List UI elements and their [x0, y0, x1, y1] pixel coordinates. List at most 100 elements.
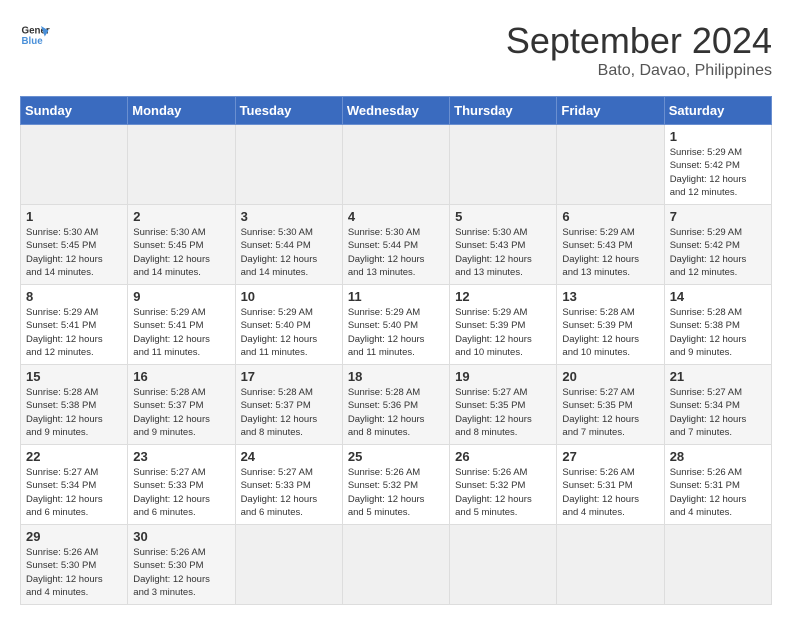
day-info: Sunrise: 5:29 AM Sunset: 5:39 PM Dayligh…	[455, 306, 551, 359]
calendar-cell: 30 Sunrise: 5:26 AM Sunset: 5:30 PM Dayli…	[128, 525, 235, 605]
day-info: Sunrise: 5:27 AM Sunset: 5:35 PM Dayligh…	[562, 386, 658, 439]
header-saturday: Saturday	[664, 97, 771, 125]
calendar-cell: 1 Sunrise: 5:30 AM Sunset: 5:45 PM Daylig…	[21, 205, 128, 285]
day-number: 16	[133, 369, 229, 384]
day-info: Sunrise: 5:28 AM Sunset: 5:38 PM Dayligh…	[670, 306, 766, 359]
month-title: September 2024	[506, 20, 772, 62]
day-number: 18	[348, 369, 444, 384]
calendar-cell: 19 Sunrise: 5:27 AM Sunset: 5:35 PM Dayli…	[450, 365, 557, 445]
header-tuesday: Tuesday	[235, 97, 342, 125]
day-info: Sunrise: 5:26 AM Sunset: 5:32 PM Dayligh…	[455, 466, 551, 519]
day-info: Sunrise: 5:30 AM Sunset: 5:43 PM Dayligh…	[455, 226, 551, 279]
day-number: 19	[455, 369, 551, 384]
week-row-1: 1Sunrise: 5:29 AM Sunset: 5:42 PM Daylig…	[21, 125, 772, 205]
calendar-cell: 24 Sunrise: 5:27 AM Sunset: 5:33 PM Dayli…	[235, 445, 342, 525]
calendar-cell	[557, 525, 664, 605]
calendar-cell	[342, 525, 449, 605]
day-number: 4	[348, 209, 444, 224]
day-info: Sunrise: 5:30 AM Sunset: 5:44 PM Dayligh…	[241, 226, 337, 279]
title-block: September 2024 Bato, Davao, Philippines	[506, 20, 772, 80]
calendar-cell: 26 Sunrise: 5:26 AM Sunset: 5:32 PM Dayli…	[450, 445, 557, 525]
header-row: SundayMondayTuesdayWednesdayThursdayFrid…	[21, 97, 772, 125]
logo-icon: General Blue	[20, 20, 50, 50]
calendar-cell: 10 Sunrise: 5:29 AM Sunset: 5:40 PM Dayli…	[235, 285, 342, 365]
svg-text:Blue: Blue	[22, 36, 44, 47]
day-info: Sunrise: 5:27 AM Sunset: 5:33 PM Dayligh…	[133, 466, 229, 519]
day-info: Sunrise: 5:26 AM Sunset: 5:30 PM Dayligh…	[133, 546, 229, 599]
logo: General Blue	[20, 20, 50, 50]
day-number: 30	[133, 529, 229, 544]
day-number: 24	[241, 449, 337, 464]
calendar-header: SundayMondayTuesdayWednesdayThursdayFrid…	[21, 97, 772, 125]
day-number: 5	[455, 209, 551, 224]
calendar-cell	[235, 125, 342, 205]
calendar-cell	[235, 525, 342, 605]
calendar-cell: 8Sunrise: 5:29 AM Sunset: 5:41 PM Daylig…	[21, 285, 128, 365]
day-info: Sunrise: 5:30 AM Sunset: 5:44 PM Dayligh…	[348, 226, 444, 279]
day-info: Sunrise: 5:29 AM Sunset: 5:41 PM Dayligh…	[133, 306, 229, 359]
location-subtitle: Bato, Davao, Philippines	[506, 62, 772, 80]
calendar-cell: 22 Sunrise: 5:27 AM Sunset: 5:34 PM Dayli…	[21, 445, 128, 525]
day-number: 13	[562, 289, 658, 304]
day-info: Sunrise: 5:30 AM Sunset: 5:45 PM Dayligh…	[133, 226, 229, 279]
day-info: Sunrise: 5:27 AM Sunset: 5:35 PM Dayligh…	[455, 386, 551, 439]
day-info: Sunrise: 5:27 AM Sunset: 5:34 PM Dayligh…	[26, 466, 122, 519]
calendar-cell: 11Sunrise: 5:29 AM Sunset: 5:40 PM Dayli…	[342, 285, 449, 365]
day-info: Sunrise: 5:26 AM Sunset: 5:30 PM Dayligh…	[26, 546, 122, 599]
calendar-cell: 7Sunrise: 5:29 AM Sunset: 5:42 PM Daylig…	[664, 205, 771, 285]
week-row-2: 1 Sunrise: 5:30 AM Sunset: 5:45 PM Daylig…	[21, 205, 772, 285]
calendar-cell: 28 Sunrise: 5:26 AM Sunset: 5:31 PM Dayli…	[664, 445, 771, 525]
calendar-cell: 2 Sunrise: 5:30 AM Sunset: 5:45 PM Daylig…	[128, 205, 235, 285]
page-header: General Blue September 2024 Bato, Davao,…	[20, 20, 772, 80]
day-number: 6	[562, 209, 658, 224]
day-number: 22	[26, 449, 122, 464]
day-info: Sunrise: 5:29 AM Sunset: 5:40 PM Dayligh…	[348, 306, 444, 359]
calendar-table: SundayMondayTuesdayWednesdayThursdayFrid…	[20, 96, 772, 605]
week-row-3: 8 Sunrise: 5:29 AM Sunset: 5:41 PM Daylig…	[21, 285, 772, 365]
calendar-cell: 13Sunrise: 5:28 AM Sunset: 5:39 PM Dayli…	[557, 285, 664, 365]
day-number: 27	[562, 449, 658, 464]
day-number: 17	[241, 369, 337, 384]
calendar-cell: 6Sunrise: 5:29 AM Sunset: 5:43 PM Daylig…	[557, 205, 664, 285]
calendar-cell: 5 Sunrise: 5:30 AM Sunset: 5:43 PM Daylig…	[450, 205, 557, 285]
day-info: Sunrise: 5:28 AM Sunset: 5:37 PM Dayligh…	[133, 386, 229, 439]
calendar-cell	[664, 525, 771, 605]
day-info: Sunrise: 5:26 AM Sunset: 5:31 PM Dayligh…	[562, 466, 658, 519]
calendar-cell	[450, 525, 557, 605]
day-number: 9	[133, 289, 229, 304]
day-number: 21	[670, 369, 766, 384]
header-sunday: Sunday	[21, 97, 128, 125]
day-number: 10	[241, 289, 337, 304]
calendar-cell: 16 Sunrise: 5:28 AM Sunset: 5:37 PM Dayli…	[128, 365, 235, 445]
day-info: Sunrise: 5:28 AM Sunset: 5:37 PM Dayligh…	[241, 386, 337, 439]
header-wednesday: Wednesday	[342, 97, 449, 125]
calendar-cell: 4 Sunrise: 5:30 AM Sunset: 5:44 PM Daylig…	[342, 205, 449, 285]
day-number: 7	[670, 209, 766, 224]
day-info: Sunrise: 5:27 AM Sunset: 5:33 PM Dayligh…	[241, 466, 337, 519]
day-number: 2	[133, 209, 229, 224]
calendar-cell: 29Sunrise: 5:26 AM Sunset: 5:30 PM Dayli…	[21, 525, 128, 605]
day-info: Sunrise: 5:26 AM Sunset: 5:31 PM Dayligh…	[670, 466, 766, 519]
day-number: 14	[670, 289, 766, 304]
calendar-cell: 14 Sunrise: 5:28 AM Sunset: 5:38 PM Dayli…	[664, 285, 771, 365]
day-number: 12	[455, 289, 551, 304]
day-info: Sunrise: 5:29 AM Sunset: 5:40 PM Dayligh…	[241, 306, 337, 359]
day-number: 3	[241, 209, 337, 224]
day-number: 26	[455, 449, 551, 464]
day-number: 1	[26, 209, 122, 224]
day-info: Sunrise: 5:30 AM Sunset: 5:45 PM Dayligh…	[26, 226, 122, 279]
day-info: Sunrise: 5:27 AM Sunset: 5:34 PM Dayligh…	[670, 386, 766, 439]
day-number: 8	[26, 289, 122, 304]
calendar-cell	[21, 125, 128, 205]
day-number: 1	[670, 129, 766, 144]
calendar-cell: 15Sunrise: 5:28 AM Sunset: 5:38 PM Dayli…	[21, 365, 128, 445]
calendar-cell	[342, 125, 449, 205]
day-info: Sunrise: 5:26 AM Sunset: 5:32 PM Dayligh…	[348, 466, 444, 519]
header-friday: Friday	[557, 97, 664, 125]
calendar-cell	[128, 125, 235, 205]
calendar-cell: 18Sunrise: 5:28 AM Sunset: 5:36 PM Dayli…	[342, 365, 449, 445]
day-number: 28	[670, 449, 766, 464]
calendar-cell: 23Sunrise: 5:27 AM Sunset: 5:33 PM Dayli…	[128, 445, 235, 525]
calendar-cell: 1Sunrise: 5:29 AM Sunset: 5:42 PM Daylig…	[664, 125, 771, 205]
day-number: 15	[26, 369, 122, 384]
